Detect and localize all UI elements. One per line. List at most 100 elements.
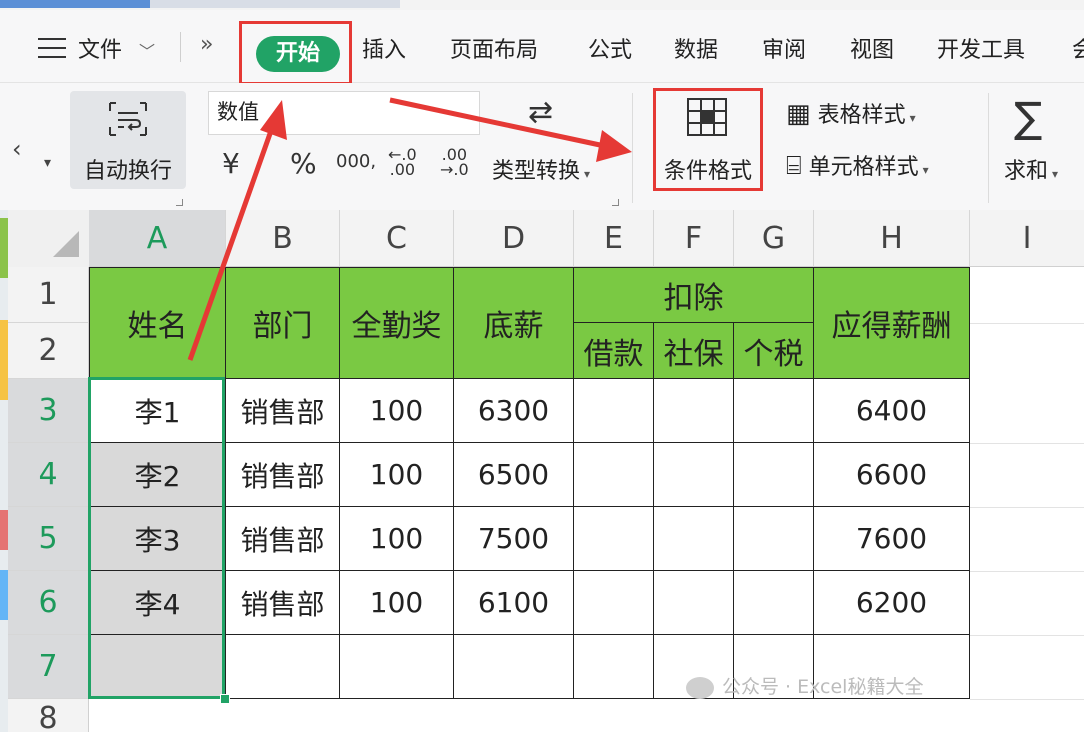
- menu-file[interactable]: 文件 ﹀: [78, 32, 155, 64]
- cell-e6[interactable]: [574, 571, 654, 635]
- column-header-h[interactable]: H: [814, 210, 970, 267]
- row-header-8[interactable]: 8: [8, 699, 89, 736]
- cell-h4[interactable]: 6600: [814, 443, 970, 507]
- cell-h5[interactable]: 7600: [814, 507, 970, 571]
- header-cell-deduction[interactable]: 扣除: [574, 267, 814, 323]
- cell-g5[interactable]: [734, 507, 814, 571]
- conditional-format-button[interactable]: 条件格式: [655, 153, 761, 185]
- select-all-button[interactable]: [8, 210, 90, 268]
- cell-e3[interactable]: [574, 379, 654, 443]
- type-convert-label: 类型转换: [492, 159, 581, 184]
- cell-g3[interactable]: [734, 379, 814, 443]
- number-format-select[interactable]: 数值: [208, 91, 480, 135]
- cell-g4[interactable]: [734, 443, 814, 507]
- header-cell-payable[interactable]: 应得薪酬: [814, 267, 970, 379]
- column-header-a[interactable]: A: [89, 210, 226, 267]
- cell-c4[interactable]: 100: [340, 443, 454, 507]
- header-cell-name[interactable]: 姓名: [89, 267, 226, 379]
- cell-b4[interactable]: 销售部: [226, 443, 340, 507]
- type-convert-button[interactable]: 类型转换 ▾: [492, 153, 590, 185]
- column-header-g[interactable]: G: [734, 210, 814, 267]
- cell-b7[interactable]: [226, 635, 340, 699]
- fill-handle[interactable]: [220, 694, 230, 704]
- cell-d4[interactable]: 6500: [454, 443, 574, 507]
- sum-button[interactable]: 求和 ▾: [1004, 153, 1058, 185]
- tab-data[interactable]: 数据: [674, 32, 718, 64]
- header-cell-social[interactable]: 社保: [654, 323, 734, 379]
- column-header-i[interactable]: I: [970, 210, 1084, 267]
- tab-home[interactable]: 开始: [256, 36, 340, 72]
- cell-d5[interactable]: 7500: [454, 507, 574, 571]
- hamburger-icon[interactable]: [38, 38, 66, 58]
- cell-c7[interactable]: [340, 635, 454, 699]
- alignment-dialog-launcher[interactable]: [176, 199, 183, 206]
- cell-c3[interactable]: 100: [340, 379, 454, 443]
- header-cell-attendance[interactable]: 全勤奖: [340, 267, 454, 379]
- cell-h3[interactable]: 6400: [814, 379, 970, 443]
- tab-page-layout[interactable]: 页面布局: [450, 32, 538, 64]
- cell-f5[interactable]: [654, 507, 734, 571]
- cell-e5[interactable]: [574, 507, 654, 571]
- browser-tab-active[interactable]: [0, 0, 150, 8]
- cell-d3[interactable]: 6300: [454, 379, 574, 443]
- tab-view[interactable]: 视图: [850, 32, 894, 64]
- gridline: [970, 571, 1084, 572]
- cell-d6[interactable]: 6100: [454, 571, 574, 635]
- number-dialog-launcher[interactable]: [612, 199, 619, 206]
- cell-h6[interactable]: 6200: [814, 571, 970, 635]
- row-header-2[interactable]: 2: [8, 323, 89, 379]
- cell-a3[interactable]: 李1: [89, 379, 226, 443]
- table-style-button[interactable]: ▦ 表格样式 ▾: [786, 97, 916, 129]
- header-cell-dept[interactable]: 部门: [226, 267, 340, 379]
- cell-b6[interactable]: 销售部: [226, 571, 340, 635]
- column-header-c[interactable]: C: [340, 210, 454, 267]
- sum-icon[interactable]: ∑: [1014, 93, 1042, 142]
- cell-e4[interactable]: [574, 443, 654, 507]
- ribbon-dropdown-icon[interactable]: ▾: [44, 155, 51, 171]
- more-tabs-icon[interactable]: »: [200, 32, 213, 57]
- header-cell-loan[interactable]: 借款: [574, 323, 654, 379]
- row-header-1[interactable]: 1: [8, 267, 89, 323]
- column-header-d[interactable]: D: [454, 210, 574, 267]
- ribbon-scroll-left-icon[interactable]: ‹: [12, 135, 22, 163]
- cell-b3[interactable]: 销售部: [226, 379, 340, 443]
- tab-review[interactable]: 审阅: [762, 32, 806, 64]
- chevron-down-icon: ▾: [922, 163, 929, 177]
- cell-c6[interactable]: 100: [340, 571, 454, 635]
- cell-a6[interactable]: 李4: [89, 571, 226, 635]
- header-cell-tax[interactable]: 个税: [734, 323, 814, 379]
- cell-a4[interactable]: 李2: [89, 443, 226, 507]
- row-header-3[interactable]: 3: [8, 379, 89, 443]
- row-header-6[interactable]: 6: [8, 571, 89, 635]
- cell-a7[interactable]: [89, 635, 226, 699]
- cell-d7[interactable]: [454, 635, 574, 699]
- column-header-f[interactable]: F: [654, 210, 734, 267]
- row-header-7[interactable]: 7: [8, 635, 89, 699]
- thousands-separator-button[interactable]: 000,: [336, 151, 376, 172]
- decrease-decimal-button[interactable]: .00 →.0: [440, 147, 469, 178]
- cell-e7[interactable]: [574, 635, 654, 699]
- row-header-4[interactable]: 4: [8, 443, 89, 507]
- tab-formulas[interactable]: 公式: [588, 32, 632, 64]
- currency-format-button[interactable]: ¥: [222, 147, 240, 180]
- cell-a5[interactable]: 李3: [89, 507, 226, 571]
- cell-b5[interactable]: 销售部: [226, 507, 340, 571]
- cell-f3[interactable]: [654, 379, 734, 443]
- cell-style-button[interactable]: ⌸ 单元格样式 ▾: [786, 149, 929, 182]
- cell-c5[interactable]: 100: [340, 507, 454, 571]
- tab-developer[interactable]: 开发工具: [937, 32, 1025, 64]
- tab-insert[interactable]: 插入: [362, 32, 406, 64]
- header-cell-base[interactable]: 底薪: [454, 267, 574, 379]
- gridline: [970, 443, 1084, 444]
- cell-g6[interactable]: [734, 571, 814, 635]
- browser-tab[interactable]: [150, 0, 400, 8]
- column-header-b[interactable]: B: [226, 210, 340, 267]
- row-header-5[interactable]: 5: [8, 507, 89, 571]
- wrap-text-button[interactable]: 自动换行: [70, 91, 186, 189]
- cell-f6[interactable]: [654, 571, 734, 635]
- tab-overflow[interactable]: 会: [1072, 32, 1084, 64]
- increase-decimal-button[interactable]: ←.0 .00: [388, 147, 417, 178]
- column-header-e[interactable]: E: [574, 210, 654, 267]
- cell-f4[interactable]: [654, 443, 734, 507]
- percent-format-button[interactable]: %: [290, 147, 317, 180]
